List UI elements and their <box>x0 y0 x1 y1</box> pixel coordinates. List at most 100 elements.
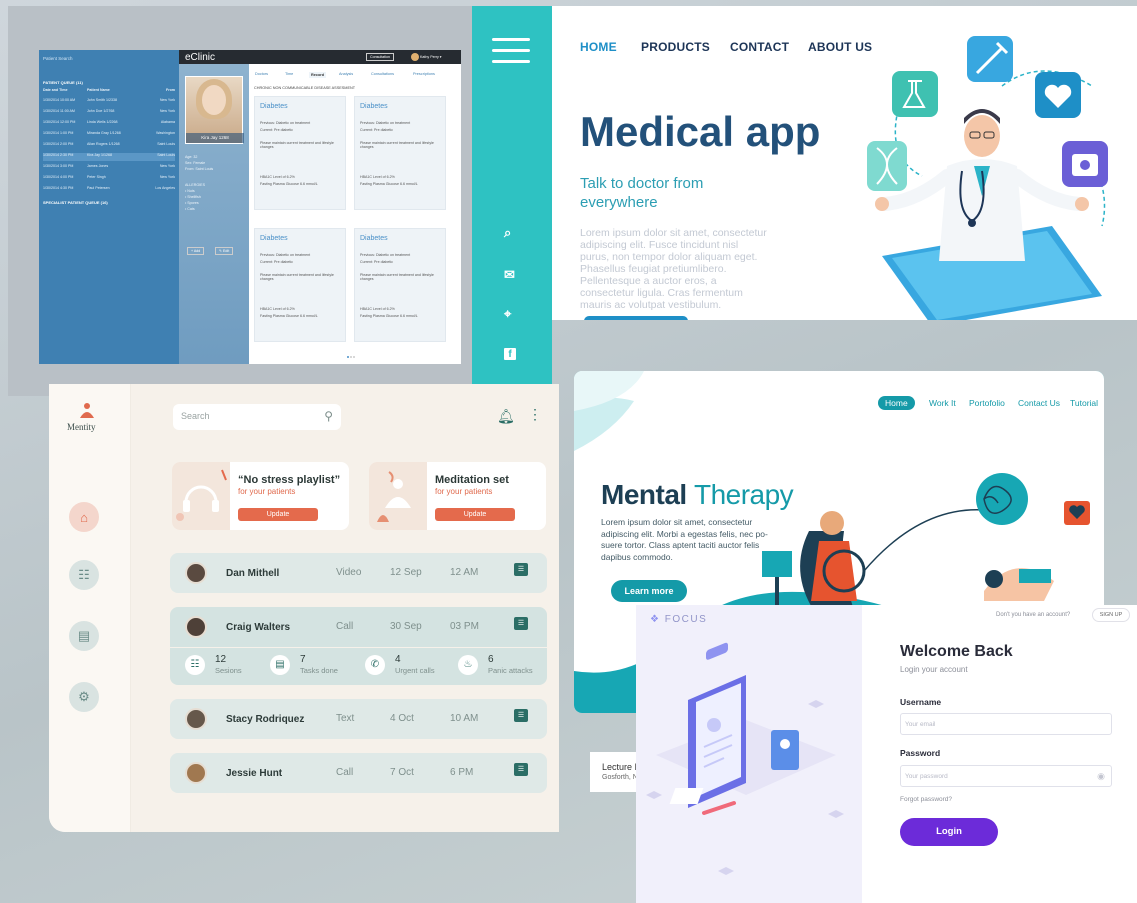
avatar <box>185 562 207 584</box>
chat-icon[interactable]: ☰ <box>514 563 528 576</box>
more-options-icon[interactable]: ⋮ <box>528 406 542 423</box>
nav-home[interactable]: Home <box>878 396 915 410</box>
chat-icon[interactable]: ☰ <box>514 763 528 776</box>
facebook-icon[interactable]: f <box>504 348 516 360</box>
wallet-nav-icon[interactable]: ▤ <box>69 621 99 651</box>
table-row[interactable]: Jessie Hunt Call 7 Oct 6 PM ☰ <box>170 753 547 793</box>
search-icon: ⚲ <box>324 409 333 423</box>
nav-products[interactable]: PRODUCTS <box>641 40 710 54</box>
user-menu[interactable]: Kathy Perry ▾ <box>411 53 442 61</box>
nav-tutorial[interactable]: Tutorial <box>1070 398 1098 408</box>
diagnosis-card[interactable]: Diabetes Previous: Diabetic on treatment C… <box>354 96 446 210</box>
diagnosis-card[interactable]: Diabetes Previous: Diabetic on treatment C… <box>354 228 446 342</box>
search-icon[interactable]: ⌕ <box>504 225 511 241</box>
login-title: Welcome Back <box>900 643 1013 660</box>
username-label: Username <box>900 697 942 707</box>
avatar <box>185 762 207 784</box>
home-nav-icon[interactable]: ⌂ <box>69 502 99 532</box>
table-row[interactable]: 1/30/2014 4:00 PM Peter Singh New York <box>43 175 175 183</box>
table-row[interactable]: 1/30/2014 11:00 AM John Doe 1/2768 New Yor… <box>43 109 175 117</box>
mail-icon[interactable]: ✉ <box>504 267 515 283</box>
login-subtitle: Login your account <box>900 665 968 674</box>
login-button[interactable]: Login <box>900 818 998 846</box>
clipboard-illustration <box>646 642 844 875</box>
table-row[interactable]: 1/30/2014 10:00 AM John Smith 1/2338 New Y… <box>43 98 175 106</box>
patient-name: Kira Jay 1268 <box>186 133 244 143</box>
hero-description: Lorem ipsum dolor sit amet, consectetur … <box>580 227 767 311</box>
clipboard-icon: ▤ <box>270 655 290 675</box>
patient-info: Age: 32 Sex: Female From: Saint Louis AL… <box>185 155 214 211</box>
tab-prescriptions[interactable]: Prescriptions <box>413 72 435 76</box>
meditation-icon <box>369 462 427 530</box>
diagnosis-card[interactable]: Diabetes Previous: Diabetic on treatment C… <box>254 96 346 210</box>
consultation-button[interactable]: Consultation <box>366 53 394 61</box>
flask-icon <box>892 71 938 117</box>
tab-time[interactable]: Time <box>285 72 293 76</box>
chat-icon[interactable]: ☰ <box>514 709 528 722</box>
chat-icon[interactable]: ☰ <box>514 617 528 630</box>
patients-nav-icon[interactable]: ☷ <box>69 560 99 590</box>
table-row[interactable]: Dan Mithell Video 12 Sep 12 AM ☰ <box>170 553 547 593</box>
patient-photo: Kira Jay 1268 <box>185 76 244 144</box>
password-label: Password <box>900 748 941 758</box>
hero-title: Medical app <box>580 108 821 155</box>
patient-search-input[interactable]: Patient Search <box>43 56 73 61</box>
mentity-dashboard: Mentity ⌂ ☷ ▤ ⚙ Search ⚲ 🔔︎ ⋮ “No stress… <box>49 384 559 832</box>
table-row[interactable]: Craig Walters Call 30 Sep 03 PM ☰ <box>170 607 547 647</box>
notification-bell-icon[interactable]: 🔔︎ <box>497 408 515 425</box>
settings-nav-icon[interactable]: ⚙ <box>69 682 99 712</box>
search-input[interactable]: Search ⚲ <box>173 404 341 430</box>
therapy-illustration <box>762 473 1090 611</box>
table-row[interactable]: 1/30/2014 1:00 PM Miranda Gray 1/1268 Wash… <box>43 131 175 139</box>
fire-icon: ♨ <box>458 655 478 675</box>
forgot-password-link[interactable]: Forgot password? <box>900 796 952 803</box>
nav-contact[interactable]: CONTACT <box>730 40 789 54</box>
table-row[interactable]: 1/30/2014 4:30 PM Paul Petersen Los Angele… <box>43 186 175 194</box>
nav-work-it[interactable]: Work It <box>929 398 956 408</box>
learn-more-button[interactable]: Learn more <box>611 580 687 602</box>
focus-logo-icon: ❖ <box>650 614 661 625</box>
promo-card-playlist: “No stress playlist” for your patients U… <box>172 462 349 530</box>
promo-card-meditation: Meditation set for your patients Update <box>369 462 546 530</box>
table-row[interactable]: 1/30/2014 2:30 PM Kira Jay 1/1268 Saint Lo… <box>43 153 175 161</box>
table-row[interactable]: Stacy Rodriquez Text 4 Oct 10 AM ☰ <box>170 699 547 739</box>
add-allergy-button[interactable]: + Add <box>187 247 205 255</box>
phone-icon: ✆ <box>365 655 385 675</box>
diagnosis-card[interactable]: Diabetes Previous: Diabetic on treatment C… <box>254 228 346 342</box>
table-row[interactable]: 1/30/2014 2:00 PM Allan Rogers 1/1268 Sain… <box>43 142 175 150</box>
eclinic-patient-list: Patient Search PATIENT QUEUE (11) Date a… <box>39 50 179 364</box>
nav-contact-us[interactable]: Contact Us <box>1018 398 1060 408</box>
mentity-sidebar: Mentity ⌂ ☷ ▤ ⚙ <box>49 384 131 832</box>
update-meditation-button[interactable]: Update <box>435 508 515 521</box>
avatar <box>185 708 207 730</box>
eclinic-app: Patient Search PATIENT QUEUE (11) Date a… <box>39 50 461 364</box>
signup-button[interactable]: SIGN UP <box>1092 608 1130 622</box>
meditation-logo-icon <box>78 402 96 420</box>
username-input[interactable]: Your email <box>900 713 1112 735</box>
edit-allergy-button[interactable]: ✎ Edit <box>215 247 234 255</box>
update-playlist-button[interactable]: Update <box>238 508 318 521</box>
eclinic-screenshot: Patient Search PATIENT QUEUE (11) Date a… <box>8 6 472 396</box>
tab-doctors[interactable]: Doctors <box>255 72 268 76</box>
queue-header: Date and Time Patient Name From <box>43 88 175 92</box>
login-illustration-panel: ❖ FOCUS <box>636 605 862 903</box>
no-account-text: Don't you have an account? <box>996 612 1071 618</box>
password-input[interactable]: Your password ◉ <box>900 765 1112 787</box>
patient-stats: ☷ 12 Sesions ▤ 7 Tasks done ✆ 4 Urgent c… <box>170 648 547 685</box>
tab-analysis[interactable]: Analysis <box>339 72 353 76</box>
table-row[interactable]: 1/30/2014 3:00 PM James Jones New York <box>43 164 175 172</box>
tab-consultations[interactable]: Consultations <box>371 72 394 76</box>
pager-dots[interactable] <box>347 354 361 358</box>
tab-record[interactable]: Record <box>309 72 327 78</box>
table-row[interactable]: 1/30/2014 12:00 PM Linda Wells 1/2268 Alab… <box>43 120 175 128</box>
show-password-icon[interactable]: ◉ <box>1097 771 1105 782</box>
hero-cta-button[interactable] <box>584 316 688 320</box>
location-icon[interactable]: ⌖ <box>504 306 511 322</box>
focus-login: ❖ FOCUS Don't you have an account? SIGN … <box>636 605 1137 903</box>
nav-home[interactable]: HOME <box>580 40 617 54</box>
sessions-icon: ☷ <box>185 655 205 675</box>
headphones-icon <box>172 462 230 530</box>
record-panel: CHRONIC NON COMMUNICABLE DISEASE ASSESME… <box>249 64 461 364</box>
focus-logo: ❖ FOCUS <box>650 614 708 625</box>
nav-portofolio[interactable]: Portofolio <box>969 398 1005 408</box>
